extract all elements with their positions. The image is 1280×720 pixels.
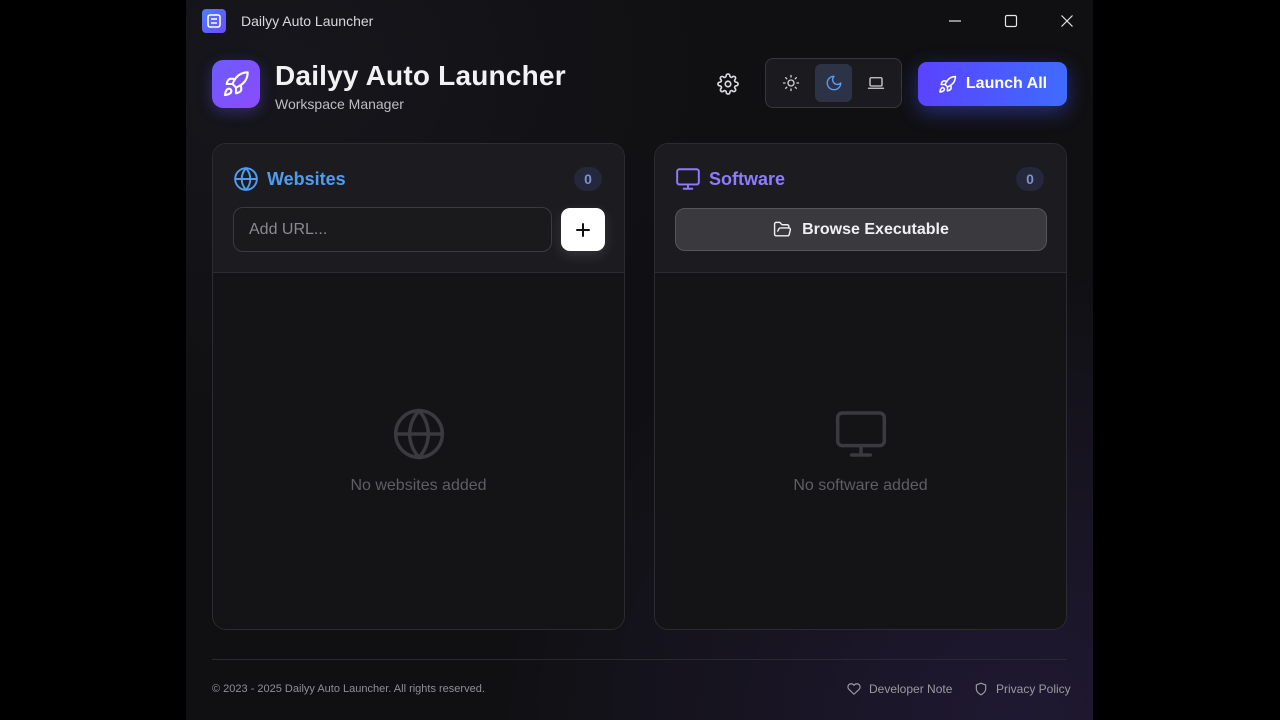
monitor-icon: [835, 411, 886, 457]
theme-light-button[interactable]: [772, 64, 810, 102]
websites-title: Websites: [267, 169, 346, 189]
app-title: Dailyy Auto Launcher: [275, 60, 566, 91]
app-window: Dailyy Auto Launcher Dailyy Auto Launche…: [186, 0, 1093, 720]
launch-all-button[interactable]: Launch All: [918, 62, 1067, 106]
window-title: Dailyy Auto Launcher: [241, 13, 374, 29]
globe-icon: [393, 408, 444, 460]
software-panel-header: Software 0 Browse Executable: [655, 144, 1066, 273]
laptop-icon: [867, 77, 885, 89]
maximize-icon: [1004, 14, 1018, 28]
theme-switcher: [765, 58, 902, 108]
developer-note-label: Developer Note: [869, 682, 953, 696]
theme-dark-button[interactable]: [814, 64, 853, 102]
theme-system-button[interactable]: [857, 64, 895, 102]
sun-icon: [782, 74, 800, 92]
rocket-icon: [223, 71, 249, 97]
copyright-text: © 2023 - 2025 Dailyy Auto Launcher. All …: [212, 683, 485, 695]
software-empty-text: No software added: [793, 477, 928, 494]
gear-icon: [717, 73, 739, 95]
app-small-icon: [202, 9, 226, 33]
app-subtitle: Workspace Manager: [275, 96, 404, 112]
plus-icon: [576, 222, 590, 237]
browse-executable-label: Browse Executable: [802, 220, 949, 238]
software-count-badge: 0: [1016, 167, 1044, 191]
rocket-icon: [939, 75, 957, 93]
footer-divider: [212, 659, 1067, 660]
minimize-icon: [949, 20, 961, 22]
add-url-button[interactable]: [561, 208, 605, 251]
moon-icon: [826, 75, 841, 91]
websites-empty-text: No websites added: [350, 477, 487, 494]
shield-icon: [975, 682, 987, 696]
folder-open-icon: [773, 221, 792, 237]
close-icon: [1061, 15, 1073, 27]
websites-panel-header: Websites 0: [213, 144, 624, 273]
privacy-policy-label: Privacy Policy: [996, 682, 1071, 696]
heart-icon: [847, 683, 861, 695]
globe-icon: [234, 166, 258, 192]
privacy-policy-link[interactable]: Privacy Policy: [974, 682, 1071, 696]
url-input[interactable]: [233, 207, 552, 252]
browse-executable-button[interactable]: Browse Executable: [675, 208, 1047, 251]
app-logo: [212, 60, 260, 108]
minimize-button[interactable]: [940, 8, 970, 34]
software-title: Software: [709, 169, 786, 189]
developer-note-link[interactable]: Developer Note: [847, 682, 952, 696]
title-bar: Dailyy Auto Launcher: [186, 0, 1093, 42]
launch-all-label: Launch All: [965, 75, 1048, 92]
maximize-button[interactable]: [996, 8, 1026, 34]
websites-panel: Websites 0 No websites added: [212, 143, 625, 630]
settings-button[interactable]: [712, 68, 744, 100]
websites-count-badge: 0: [574, 167, 602, 191]
software-panel: Software 0 Browse Executable No software…: [654, 143, 1067, 630]
close-button[interactable]: [1052, 8, 1082, 34]
monitor-icon: [676, 168, 700, 190]
